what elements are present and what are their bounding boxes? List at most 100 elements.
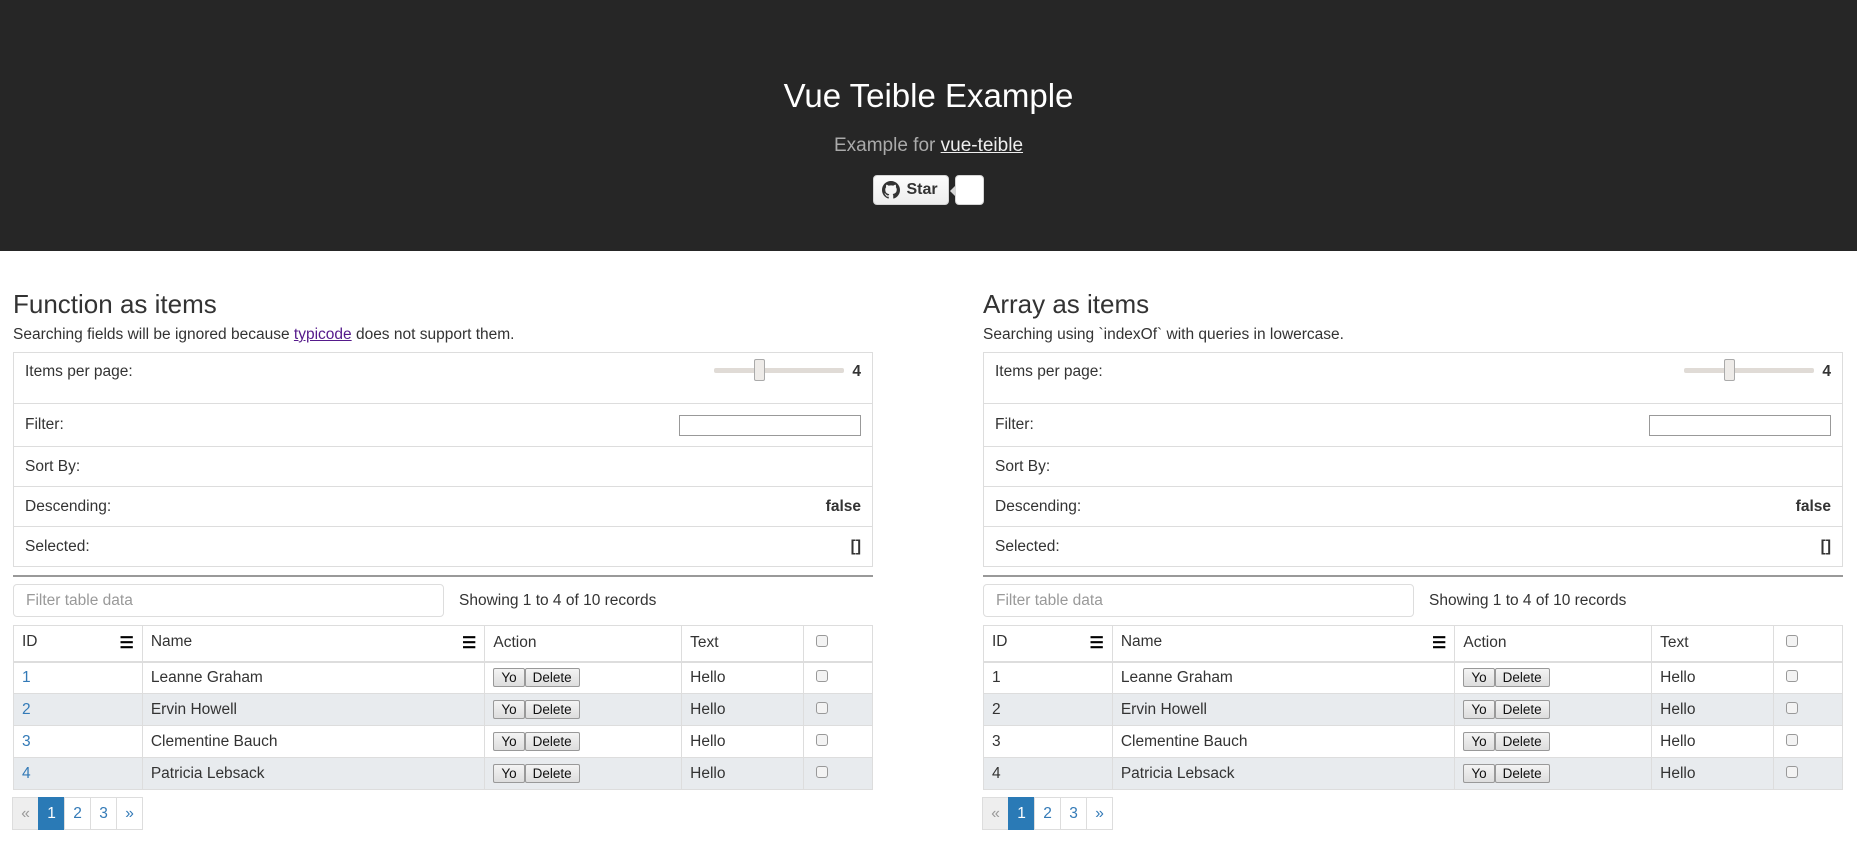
page-link[interactable]: 3 xyxy=(90,797,117,830)
cell-id: 1 xyxy=(983,661,1113,694)
page-link[interactable]: » xyxy=(116,797,143,830)
row-checkbox[interactable] xyxy=(1786,733,1799,746)
yo-button[interactable]: Yo xyxy=(1463,732,1495,751)
page-link[interactable]: 2 xyxy=(1034,797,1061,830)
cell-text: Hello xyxy=(681,757,805,790)
delete-button[interactable]: Delete xyxy=(1494,700,1550,719)
cell-action: Yo Delete xyxy=(1454,725,1653,758)
row-checkbox[interactable] xyxy=(816,701,829,714)
descending-value: false xyxy=(825,497,861,515)
column-id[interactable]: ID ☰ xyxy=(13,625,143,663)
column-name[interactable]: Name ☰ xyxy=(141,625,486,663)
cell-action: Yo Delete xyxy=(1454,693,1653,726)
sort-icon[interactable]: ☰ xyxy=(1089,633,1103,653)
divider xyxy=(983,575,1843,577)
yo-button[interactable]: Yo xyxy=(1463,668,1495,688)
row-checkbox[interactable] xyxy=(1786,669,1799,682)
github-star-button[interactable]: Star xyxy=(873,175,949,205)
column-name[interactable]: Name ☰ xyxy=(1111,625,1456,663)
row-checkbox[interactable] xyxy=(816,765,829,778)
pagination: «1 2 3» xyxy=(982,797,1843,830)
slider-handle[interactable] xyxy=(1724,359,1736,381)
sort-icon[interactable]: ☰ xyxy=(1432,633,1446,653)
filter-input[interactable] xyxy=(1649,414,1831,436)
select-all-checkbox[interactable] xyxy=(1786,635,1799,648)
cell-select xyxy=(803,725,873,758)
column-id[interactable]: ID ☰ xyxy=(983,625,1113,663)
items-per-page-slider[interactable] xyxy=(1684,359,1815,381)
table-row: 2 Ervin Howell Yo Delete Hello xyxy=(983,693,1843,726)
column-select xyxy=(1773,625,1843,663)
cell-select xyxy=(1773,693,1843,726)
cell-action: Yo Delete xyxy=(1454,661,1653,694)
table-row: 4 Patricia Lebsack Yo Delete Hello xyxy=(13,757,873,790)
yo-button[interactable]: Yo xyxy=(493,764,525,783)
yo-button[interactable]: Yo xyxy=(493,700,525,719)
row-checkbox[interactable] xyxy=(816,669,829,682)
delete-button[interactable]: Delete xyxy=(1494,732,1550,751)
page-link[interactable]: « xyxy=(982,797,1009,830)
descending-value: false xyxy=(1795,497,1831,515)
table-filter-input[interactable]: Filter table data xyxy=(13,584,444,617)
yo-button[interactable]: Yo xyxy=(493,668,525,688)
page-link[interactable]: » xyxy=(1086,797,1113,830)
column-label: Name xyxy=(150,633,193,651)
delete-button[interactable]: Delete xyxy=(524,732,580,751)
vue-teible-link[interactable]: vue-teible xyxy=(941,135,1023,156)
column-action: Action xyxy=(1454,625,1653,663)
delete-button[interactable]: Delete xyxy=(524,668,580,688)
items-per-page-slider[interactable] xyxy=(714,359,845,381)
column-text: Text xyxy=(681,625,805,663)
table-header: ID ☰ Name ☰ Action Text xyxy=(13,625,873,663)
page-link[interactable]: 1 xyxy=(38,797,65,830)
cell-name: Leanne Graham xyxy=(1111,661,1456,694)
section-description: Searching fields will be ignored because… xyxy=(13,326,873,344)
cell-select xyxy=(1773,661,1843,694)
header-banner: Vue Teible Example Example for vue-teibl… xyxy=(0,0,1857,251)
cell-text: Hello xyxy=(681,661,805,694)
typicode-link[interactable]: typicode xyxy=(294,326,352,343)
row-checkbox[interactable] xyxy=(1786,701,1799,714)
sort-icon[interactable]: ☰ xyxy=(462,633,476,653)
page-link[interactable]: 1 xyxy=(1008,797,1035,830)
desc-text-after: does not support them. xyxy=(351,326,515,343)
page-link[interactable]: « xyxy=(12,797,39,830)
page-link[interactable]: 2 xyxy=(64,797,91,830)
delete-button[interactable]: Delete xyxy=(524,764,580,783)
delete-button[interactable]: Delete xyxy=(524,700,580,719)
filter-input[interactable] xyxy=(679,414,861,436)
cell-id: 3 xyxy=(983,725,1113,758)
table-filter-input[interactable]: Filter table data xyxy=(983,584,1414,617)
selected-label: Selected: xyxy=(995,537,1060,555)
yo-button[interactable]: Yo xyxy=(1463,764,1495,783)
cell-name: Patricia Lebsack xyxy=(141,757,486,790)
items-per-page-value: 4 xyxy=(852,363,861,380)
page-link[interactable]: 3 xyxy=(1060,797,1087,830)
cell-action: Yo Delete xyxy=(484,757,683,790)
delete-button[interactable]: Delete xyxy=(1494,764,1550,783)
desc-text: Searching fields will be ignored because xyxy=(13,326,294,343)
items-per-page-value: 4 xyxy=(1822,363,1831,380)
page-title: Vue Teible Example xyxy=(783,77,1074,114)
descending-label: Descending: xyxy=(995,497,1082,515)
yo-button[interactable]: Yo xyxy=(493,732,525,751)
select-all-checkbox[interactable] xyxy=(816,635,829,648)
desc-text: Searching using `indexOf` with queries i… xyxy=(983,326,1344,343)
star-count[interactable]: 6 xyxy=(949,175,984,205)
sort-by-label: Sort By: xyxy=(995,457,1051,475)
sort-icon[interactable]: ☰ xyxy=(119,633,133,653)
pagination: «1 2 3» xyxy=(12,797,873,830)
cell-text: Hello xyxy=(1651,693,1775,726)
data-table: ID ☰ Name ☰ Action Text 1 Leanne Graham Yo… xyxy=(983,625,1843,790)
row-checkbox[interactable] xyxy=(1786,765,1799,778)
yo-button[interactable]: Yo xyxy=(1463,700,1495,719)
row-checkbox[interactable] xyxy=(816,733,829,746)
delete-button[interactable]: Delete xyxy=(1494,668,1550,688)
config-box: Items per page: 4 Filter: Sort By: Desce… xyxy=(13,352,873,567)
cell-text: Hello xyxy=(1651,661,1775,694)
cell-id: 1 xyxy=(13,661,143,694)
cell-text: Hello xyxy=(1651,725,1775,758)
records-info: Showing 1 to 4 of 10 records xyxy=(459,591,657,609)
slider-handle[interactable] xyxy=(754,359,766,381)
subtitle: Example for vue-teible xyxy=(0,135,1857,157)
